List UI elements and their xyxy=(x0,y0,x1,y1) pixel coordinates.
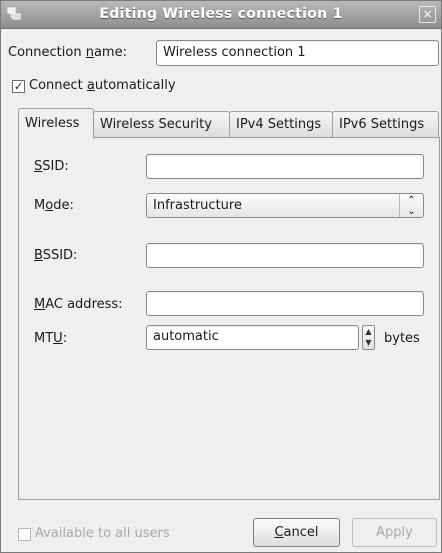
mtu-unit-label: bytes xyxy=(384,331,420,346)
network-connection-icon[interactable] xyxy=(7,7,21,21)
available-all-users-label[interactable]: Available to all users xyxy=(35,526,170,541)
cancel-button[interactable]: Cancel xyxy=(253,518,340,547)
connect-automatically-checkbox[interactable]: ✓ xyxy=(12,80,25,93)
ssid-field[interactable] xyxy=(146,154,424,179)
tab-wireless[interactable]: Wireless xyxy=(18,108,94,139)
connection-name-field[interactable]: Wireless connection 1 xyxy=(156,40,439,66)
close-icon[interactable]: × xyxy=(419,6,436,23)
apply-button[interactable]: Apply xyxy=(352,518,437,547)
mtu-label: MTU: xyxy=(34,331,68,346)
title-bar[interactable]: Editing Wireless connection 1 × xyxy=(1,1,441,29)
updown-arrows-icon: ⌃ ⌄ xyxy=(399,194,423,217)
mode-select-value: Infrastructure xyxy=(153,198,242,213)
mode-label: Mode: xyxy=(34,198,74,213)
wireless-tab-panel: SSID: Mode: Infrastructure ⌃ ⌄ BSSID: MAC… xyxy=(18,137,440,500)
tab-bar: Wireless Wireless Security IPv4 Settings… xyxy=(18,108,441,139)
tab-wireless-security[interactable]: Wireless Security xyxy=(93,111,230,138)
bssid-label: BSSID: xyxy=(34,248,78,263)
ssid-label: SSID: xyxy=(34,159,69,174)
tab-ipv6-settings[interactable]: IPv6 Settings xyxy=(332,111,439,138)
spin-down-icon[interactable]: ▼ xyxy=(363,337,374,348)
tab-ipv4-settings[interactable]: IPv4 Settings xyxy=(229,111,333,138)
spin-up-icon[interactable]: ▲ xyxy=(363,326,374,337)
mac-address-field[interactable] xyxy=(146,291,424,316)
mode-select[interactable]: Infrastructure ⌃ ⌄ xyxy=(146,193,424,218)
mtu-spin-button[interactable]: ▲ ▼ xyxy=(362,325,375,350)
connect-automatically-label[interactable]: Connect automatically xyxy=(29,78,176,93)
available-all-users-checkbox[interactable] xyxy=(18,528,31,541)
connection-name-label: Connection name: xyxy=(8,45,127,60)
bssid-field[interactable] xyxy=(146,243,424,268)
mac-address-label: MAC address: xyxy=(34,297,123,312)
mtu-field[interactable]: automatic xyxy=(146,325,359,350)
window-title: Editing Wireless connection 1 xyxy=(99,6,343,22)
dialog-window: Editing Wireless connection 1 × Connecti… xyxy=(0,0,442,553)
